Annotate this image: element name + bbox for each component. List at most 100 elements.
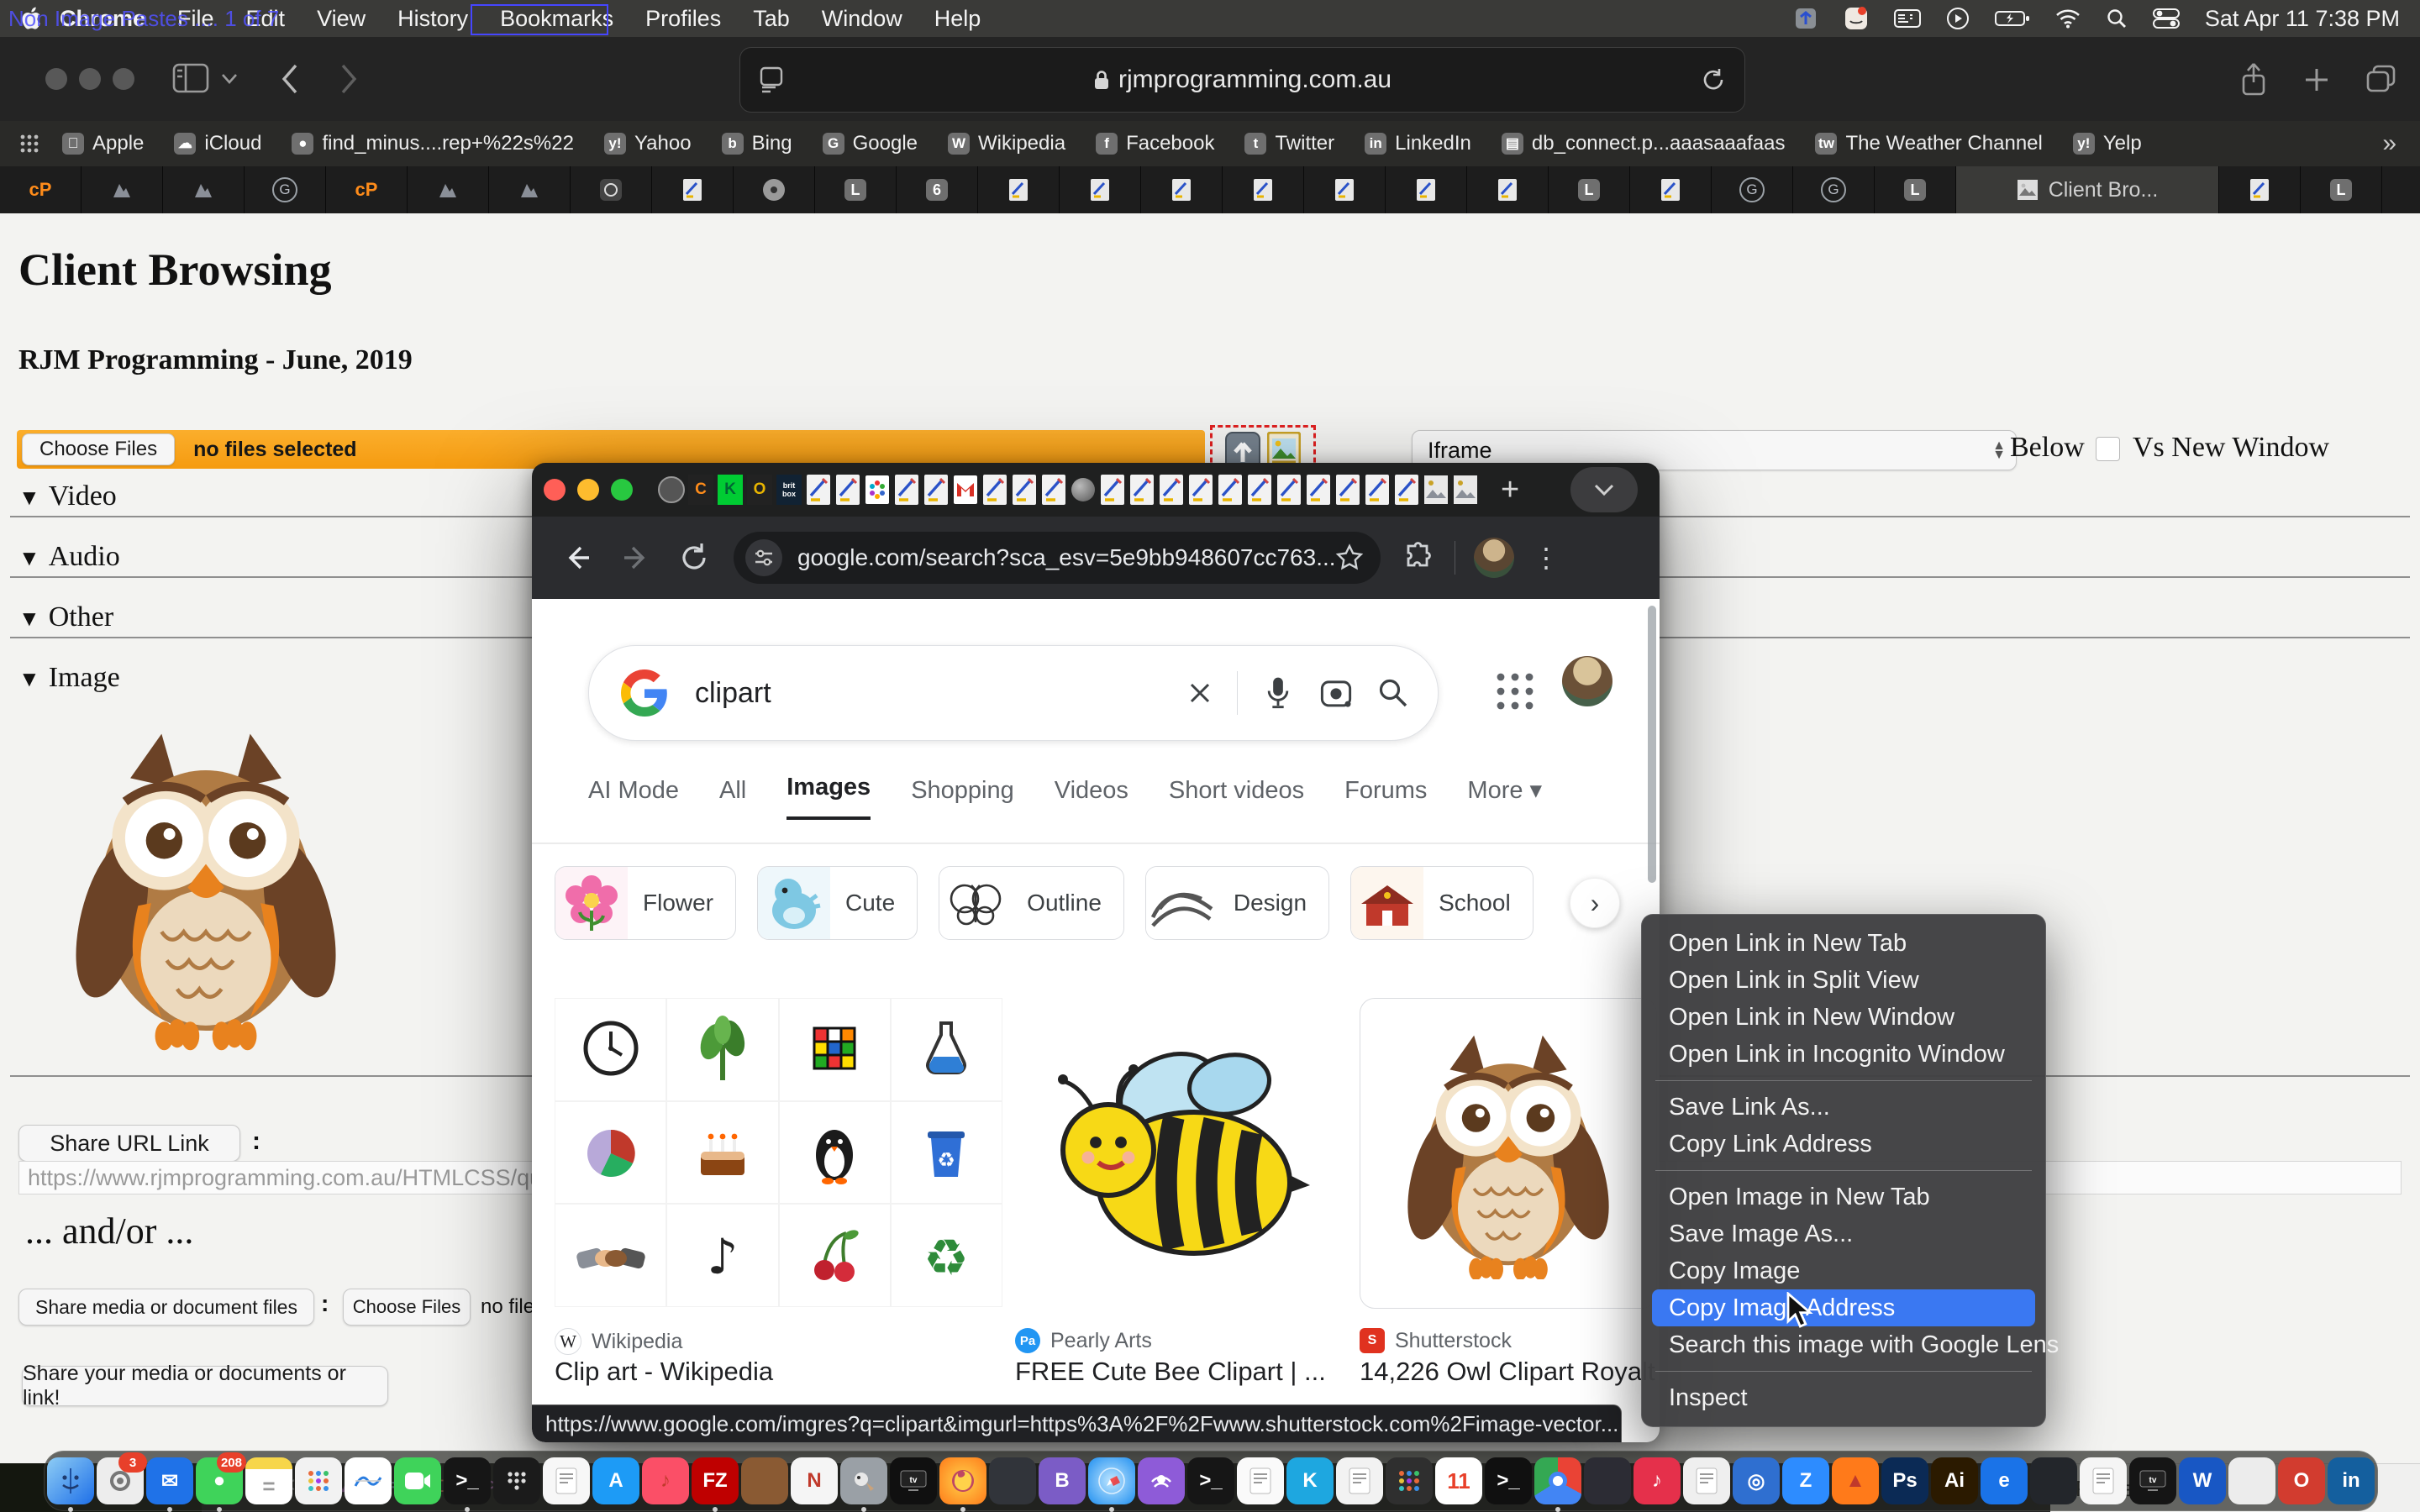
pinned-tab-23[interactable] [1305,472,1332,507]
context-item-open-link-in-new-tab[interactable]: Open Link in New Tab [1642,925,2045,962]
pinned-tab-25[interactable] [1364,472,1391,507]
browser-tab-21[interactable] [1630,166,1712,213]
spotlight-search-icon[interactable] [2106,8,2128,29]
pinned-tab-1[interactable] [658,472,685,507]
bookmark-linkedin[interactable]: inLinkedIn [1365,132,1471,155]
result-title[interactable]: FREE Cute Bee Clipart | ... [1015,1357,1351,1387]
back-button[interactable] [277,60,301,97]
browser-tab-after-1[interactable] [2219,166,2301,213]
dock-app-store[interactable]: A [592,1457,639,1504]
share-icon[interactable] [2235,60,2272,99]
pinned-tab-14[interactable] [1040,472,1067,507]
pinned-tab-17[interactable] [1128,472,1155,507]
chip-school[interactable]: School [1350,866,1534,940]
browser-tab-22[interactable]: G [1712,166,1793,213]
pinned-tab-2[interactable]: C [687,472,714,507]
battery-icon[interactable] [1995,9,2030,28]
dock-filezilla[interactable]: FZ [692,1457,739,1504]
dock-opera[interactable]: O [2278,1457,2325,1504]
forward-button[interactable] [338,60,361,97]
dock-music[interactable]: ♪ [642,1457,689,1504]
control-center-icon[interactable] [2153,8,2180,29]
browser-tab-18[interactable] [1386,166,1467,213]
wifi-icon[interactable] [2055,8,2081,29]
dock-zoom[interactable]: Z [1782,1457,1829,1504]
result-title[interactable]: 14,226 Owl Clipart Royalt... [1360,1357,1655,1387]
choose-files-button-2[interactable]: Choose Files [343,1289,471,1326]
dock-illustrator[interactable]: Ai [1931,1457,1978,1504]
pinned-tab-24[interactable] [1334,472,1361,507]
dock-finder[interactable] [47,1457,94,1504]
context-item-open-image-in-new-tab[interactable]: Open Image in New Tab [1642,1179,2045,1215]
bookmark-wikipedia[interactable]: WWikipedia [948,132,1065,155]
dock-tv-2[interactable]: tv [2129,1457,2176,1504]
browser-tab-2[interactable] [82,166,163,213]
dock-edge[interactable]: e [1981,1457,2028,1504]
dock-calendar[interactable]: 11 [1435,1457,1482,1504]
pinned-tab-26[interactable] [1393,472,1420,507]
context-item-search-this-image-with-google-lens[interactable]: Search this image with Google Lens [1642,1326,2045,1363]
browser-tab-4[interactable]: G [245,166,326,213]
pinned-tab-12[interactable] [981,472,1008,507]
inner-address-bar[interactable]: google.com/search?sca_esv=5e9bb948607cc7… [734,532,1381,584]
inner-minimize-button[interactable] [577,479,599,501]
share-submit-button[interactable]: Share your media or documents or link! [22,1366,388,1406]
gtab-videos[interactable]: Videos [1055,777,1128,820]
pinned-tab-16[interactable] [1099,472,1126,507]
window-close-button[interactable] [45,68,67,90]
dock-chrome[interactable] [1534,1457,1581,1504]
bookmark-apple[interactable]: Apple [62,132,144,155]
input-source-icon[interactable] [1793,6,1818,31]
chip-flower[interactable]: Flower [555,866,736,940]
pinned-tab-3[interactable]: K [717,472,744,507]
result-owl-image[interactable] [1360,998,1657,1309]
browser-tab-1[interactable]: cP [0,166,82,213]
dock-grapher[interactable] [345,1457,392,1504]
google-search-box[interactable]: clipart [588,645,1439,741]
result-bee-image[interactable] [1015,998,1347,1307]
section-image[interactable]: ▼Image [18,662,120,694]
browser-tab-9[interactable] [652,166,734,213]
context-item-copy-image[interactable]: Copy Image [1642,1252,2045,1289]
chip-design[interactable]: Design [1145,866,1329,940]
reload-icon[interactable] [1701,66,1726,93]
browser-tab-17[interactable] [1304,166,1386,213]
inner-zoom-button[interactable] [611,479,633,501]
dock-pages[interactable] [1237,1457,1284,1504]
dock-apple-tv[interactable]: tv [890,1457,937,1504]
menu-item-help[interactable]: Help [934,6,981,32]
sidebar-toggle-icon[interactable] [172,62,209,94]
pinned-tab-22[interactable] [1276,472,1302,507]
inner-back-button[interactable] [560,541,594,575]
dock-music-2[interactable]: ♪ [1634,1457,1681,1504]
share-media-button[interactable]: Share media or document files [18,1289,314,1326]
site-settings-icon[interactable] [754,548,774,568]
pinned-tab-8[interactable] [864,472,891,507]
dock-phone[interactable] [493,1457,540,1504]
dock-dark-app[interactable] [989,1457,1036,1504]
dock-notes[interactable]: = [245,1457,292,1504]
tab-search-chevron-button[interactable] [1570,467,1638,512]
dock-textedit[interactable] [543,1457,590,1504]
dock-linkedin-app[interactable]: in [2328,1457,2375,1504]
inner-new-tab-button[interactable]: + [1501,477,1519,502]
context-item-open-link-in-new-window[interactable]: Open Link in New Window [1642,999,2045,1036]
section-other[interactable]: ▼Other [18,601,113,633]
browser-tab-20[interactable]: L [1549,166,1630,213]
dock-messages[interactable]: ●208 [196,1457,243,1504]
profile-avatar[interactable] [1474,538,1514,578]
menubar-clock[interactable]: Sat Apr 11 7:38 PM [2205,6,2400,32]
context-item-open-link-in-split-view[interactable]: Open Link in Split View [1642,962,2045,999]
dock-keynote[interactable]: K [1286,1457,1334,1504]
dock-bbedit[interactable]: B [1039,1457,1086,1504]
dock-brown-app[interactable] [741,1457,788,1504]
result-source[interactable]: Pa Pearly Arts [1015,1328,1152,1353]
scrollbar-thumb[interactable] [1648,606,1656,883]
bookmarks-overflow-chevron[interactable]: » [2382,129,2396,158]
notification-app-icon[interactable] [1844,6,1869,31]
menu-item-history[interactable]: History [397,6,468,32]
context-item-save-link-as-[interactable]: Save Link As... [1642,1089,2045,1126]
browser-tab-13[interactable] [978,166,1060,213]
pinned-tab-15[interactable] [1070,472,1097,507]
bookmark-google[interactable]: GGoogle [823,132,918,155]
